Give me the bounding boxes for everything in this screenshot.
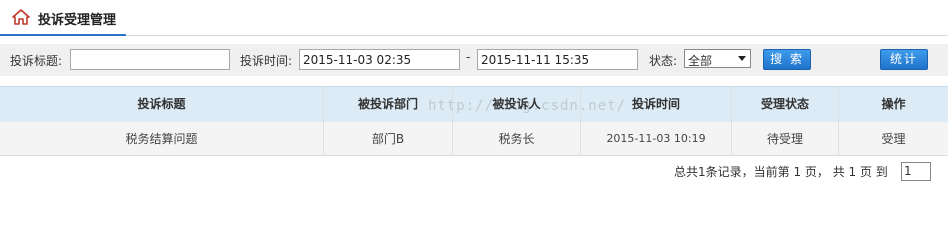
cell-status: 待受理 [732, 122, 839, 155]
status-select-value: 全部 [688, 54, 713, 68]
column-header-title: 投诉标题 [0, 87, 324, 122]
filter-bar: 投诉标题: 投诉时间: - 状态: 全部 搜 索 统计 [0, 44, 948, 76]
status-select[interactable]: 全部 [684, 49, 751, 68]
home-icon[interactable] [12, 9, 30, 25]
title-underline [0, 34, 126, 36]
column-header-action: 操作 [881, 97, 906, 111]
complaint-time-label: 投诉时间: [240, 54, 293, 68]
pagination-summary: 总共1条记录，当前第 1 页， 共 1 页 到 [674, 165, 888, 179]
watermark-text: http://blog.csdn.net/ [428, 98, 627, 114]
cell-title: 税务结算问题 [0, 122, 324, 155]
chevron-down-icon [738, 56, 746, 61]
statistics-button[interactable]: 统计 [880, 49, 928, 70]
page-title: 投诉受理管理 [38, 13, 117, 28]
cell-dept: 部门B [324, 122, 453, 155]
cell-time: 2015-11-03 10:19 [581, 122, 732, 155]
page-header: 投诉受理管理 [0, 0, 948, 36]
accept-link[interactable]: 受理 [839, 122, 948, 155]
complaint-title-label: 投诉标题: [10, 54, 63, 68]
status-label: 状态: [649, 54, 678, 68]
complaint-title-input[interactable] [70, 49, 230, 70]
range-separator: - [466, 50, 471, 64]
search-button[interactable]: 搜 索 [763, 49, 811, 70]
cell-person: 税务长 [453, 122, 581, 155]
column-header-status: 受理状态 [732, 87, 839, 122]
end-time-input[interactable] [477, 49, 638, 70]
page-number-input[interactable]: 1 [901, 162, 931, 181]
start-time-input[interactable] [299, 49, 460, 70]
table-row: 税务结算问题 部门B 税务长 2015-11-03 10:19 待受理 受理 [0, 122, 948, 156]
